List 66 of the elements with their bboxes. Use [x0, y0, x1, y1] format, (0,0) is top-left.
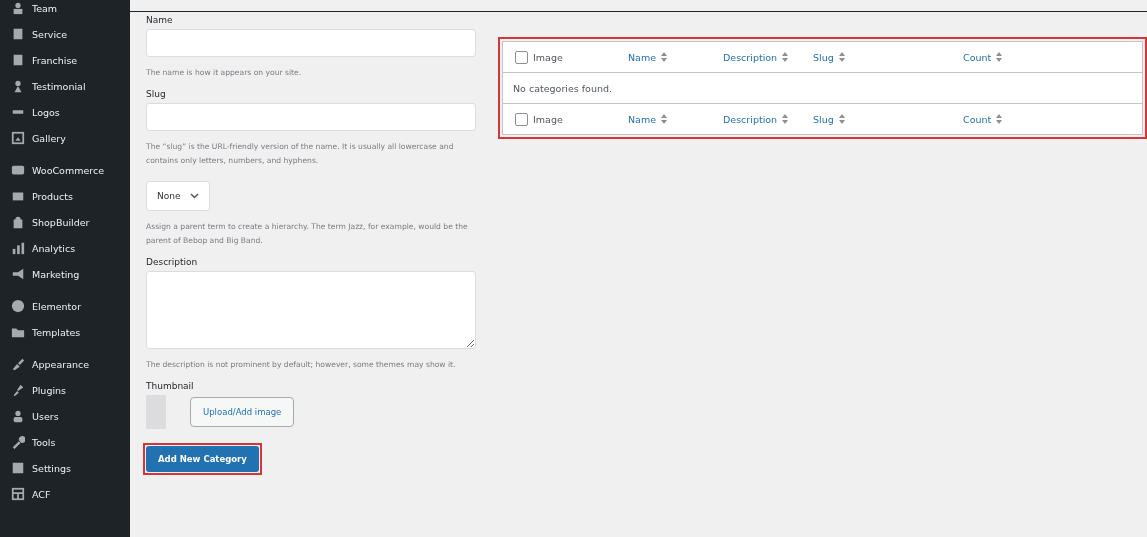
menu-item[interactable]: ACF: [0, 481, 130, 507]
column-header[interactable]: Name: [628, 51, 668, 63]
description-field[interactable]: [146, 271, 476, 349]
column-header[interactable]: Slug: [813, 113, 845, 125]
menu-icon: [11, 461, 25, 475]
column-header[interactable]: Slug: [813, 51, 845, 63]
menu-icon: [11, 487, 25, 501]
menu-icon: [11, 383, 25, 397]
menu-item[interactable]: Appearance: [0, 351, 130, 377]
menu-icon: [11, 409, 25, 423]
select-all-checkbox[interactable]: [515, 112, 528, 126]
menu-icon: [11, 163, 25, 177]
sort-icon: [996, 114, 1003, 124]
menu-item[interactable]: Service: [0, 21, 130, 47]
menu-item[interactable]: Users: [0, 403, 130, 429]
column-header[interactable]: Description: [723, 51, 789, 63]
menu-item[interactable]: Logos: [0, 99, 130, 125]
menu-icon: [11, 131, 25, 145]
column-header[interactable]: Name: [628, 113, 668, 125]
text-field[interactable]: [146, 29, 476, 57]
column-header[interactable]: Count: [963, 51, 1003, 63]
sort-icon: [661, 114, 668, 124]
menu-icon: [11, 27, 25, 41]
menu-item[interactable]: Products: [0, 183, 130, 209]
column-header[interactable]: Description: [723, 113, 789, 125]
menu-icon: [11, 215, 25, 229]
menu-item[interactable]: WooCommerce: [0, 157, 130, 183]
field-label: Thumbnail: [146, 381, 195, 391]
field-label: Slug: [146, 89, 167, 99]
menu-item[interactable]: Analytics: [0, 235, 130, 261]
menu-item[interactable]: ShopBuilder: [0, 209, 130, 235]
menu-item[interactable]: Testimonial: [0, 73, 130, 99]
column-header: Image: [533, 51, 563, 63]
sort-icon: [782, 52, 789, 62]
field-label: Name: [146, 15, 174, 25]
menu-item[interactable]: Templates: [0, 319, 130, 345]
menu-item[interactable]: Tools: [0, 429, 130, 455]
menu-icon: [11, 53, 25, 67]
menu-icon: [11, 241, 25, 255]
menu-icon: [11, 357, 25, 371]
column-header[interactable]: Count: [963, 113, 1003, 125]
column-header: Image: [533, 113, 563, 125]
sort-icon: [661, 52, 668, 62]
sort-icon: [838, 114, 845, 124]
field-label: Description: [146, 257, 199, 267]
menu-item[interactable]: Settings: [0, 455, 130, 481]
sort-icon: [838, 52, 845, 62]
add-category-button[interactable]: Add New Category: [146, 446, 259, 472]
upload-image-button[interactable]: Upload/Add image: [190, 397, 295, 427]
chevron-icon: [190, 193, 200, 199]
sort-icon: [996, 52, 1003, 62]
menu-item[interactable]: Team: [0, 0, 130, 21]
menu-item[interactable]: Gallery: [0, 125, 130, 151]
menu-icon: [11, 299, 25, 313]
menu-item[interactable]: Plugins: [0, 377, 130, 403]
menu-item[interactable]: Elementor: [0, 293, 130, 319]
menu-item[interactable]: Marketing: [0, 261, 130, 287]
sort-icon: [782, 114, 789, 124]
select-all-checkbox[interactable]: [515, 50, 528, 64]
text-field[interactable]: [146, 103, 476, 131]
menu-icon: [11, 267, 25, 281]
parent-dropdown[interactable]: None: [146, 181, 211, 211]
menu-icon: [11, 435, 25, 449]
menu-icon: [11, 1, 25, 15]
empty-message: No categories found.: [503, 73, 1142, 104]
menu-item[interactable]: Franchise: [0, 47, 130, 73]
